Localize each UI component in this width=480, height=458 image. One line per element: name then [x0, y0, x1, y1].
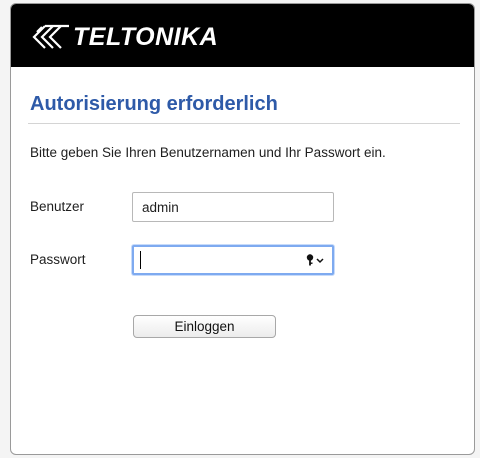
- login-window: TELTONIKA Autorisierung erforderlich Bit…: [10, 3, 475, 455]
- header-bar: TELTONIKA: [11, 4, 474, 67]
- login-button[interactable]: Einloggen: [133, 315, 276, 338]
- title-divider: [28, 123, 460, 124]
- page-title: Autorisierung erforderlich: [30, 93, 278, 115]
- password-field[interactable]: [132, 245, 334, 275]
- username-field[interactable]: [132, 192, 334, 222]
- teltonika-logo: TELTONIKA: [31, 22, 218, 52]
- teltonika-diamond-logo-icon: [32, 24, 69, 49]
- key-dropdown-icon[interactable]: [305, 253, 327, 267]
- text-cursor: [140, 251, 141, 269]
- password-label: Passwort: [30, 252, 86, 267]
- page-background: TELTONIKA Autorisierung erforderlich Bit…: [0, 0, 480, 458]
- logo-text: TELTONIKA: [73, 23, 219, 51]
- login-instructions: Bitte geben Sie Ihren Benutzernamen und …: [30, 145, 386, 160]
- username-label: Benutzer: [30, 199, 85, 214]
